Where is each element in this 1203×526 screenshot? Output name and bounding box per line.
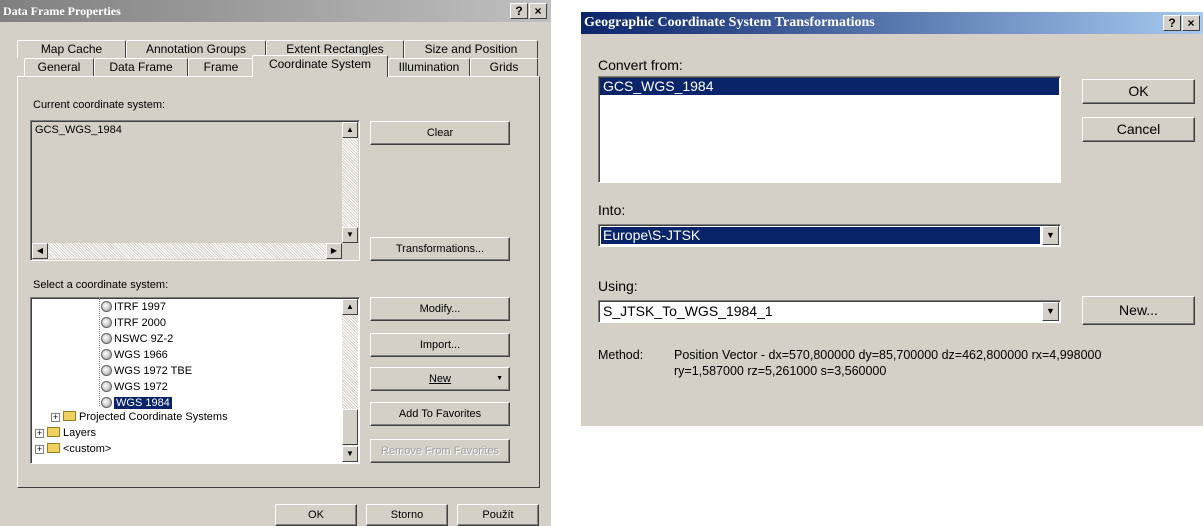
remove-from-favorites-button[interactable]: Remove From Favorites [370, 439, 510, 463]
title-bar: Geographic Coordinate System Transformat… [581, 12, 1203, 34]
method-line-1: Position Vector - dx=570,800000 dy=85,70… [674, 348, 1102, 362]
tree-item-label: NSWC 9Z-2 [114, 333, 174, 345]
scroll-up-icon[interactable]: ▲ [342, 122, 358, 138]
folder-icon [47, 443, 60, 453]
scroll-thumb[interactable] [342, 409, 358, 445]
into-dropdown-arrow-icon[interactable]: ▼ [1042, 226, 1059, 245]
dropdown-arrow-icon: ▼ [496, 375, 503, 382]
convert-from-item[interactable]: GCS_WGS_1984 [600, 78, 1059, 95]
into-value: Europe\S-JTSK [601, 227, 1040, 244]
expand-icon[interactable]: + [51, 413, 60, 422]
new-button-label: New [428, 373, 451, 385]
expand-icon[interactable]: + [35, 445, 44, 454]
tab-grids[interactable]: Grids [470, 58, 538, 76]
pouzit-button[interactable]: Použít [457, 504, 539, 526]
tab-data-frame[interactable]: Data Frame [94, 58, 188, 76]
current-coordinate-system-box: GCS_WGS_1984 ▲ ▼ ◀ ▶ [30, 120, 360, 261]
scroll-down-icon[interactable]: ▼ [342, 227, 358, 243]
help-button[interactable]: ? [510, 3, 528, 19]
help-button[interactable]: ? [1163, 15, 1181, 31]
tree-item-label: WGS 1972 [114, 381, 168, 393]
storno-button[interactable]: Storno [366, 504, 448, 526]
tab-size-and-position[interactable]: Size and Position [404, 40, 538, 58]
scroll-left-icon[interactable]: ◀ [32, 243, 48, 259]
using-value: S_JTSK_To_WGS_1984_1 [603, 303, 773, 319]
tree-folder-label: <custom> [63, 443, 112, 455]
coordinate-system-tree[interactable]: ITRF 1997 ITRF 2000 NSWC 9Z-2 WGS 1966 W… [30, 297, 360, 464]
globe-icon [101, 301, 112, 312]
method-label: Method: [598, 348, 644, 362]
tree-folder-label: Projected Coordinate Systems [79, 411, 228, 423]
using-combo[interactable]: S_JTSK_To_WGS_1984_1 ▼ [598, 300, 1061, 323]
method-line-2: ry=1,587000 rz=5,261000 s=3,560000 [674, 364, 887, 378]
horizontal-scrollbar[interactable]: ◀ ▶ [32, 243, 342, 259]
tree-item-wgs-1972[interactable]: WGS 1972 [101, 380, 168, 394]
tree-item-label: ITRF 2000 [114, 317, 166, 329]
globe-icon [101, 365, 112, 376]
tree-folder-label: Layers [63, 427, 97, 439]
import-button[interactable]: Import... [370, 333, 510, 357]
globe-icon [101, 333, 112, 344]
tree-folder-custom[interactable]: + <custom> [35, 442, 111, 456]
using-dropdown-arrow-icon[interactable]: ▼ [1042, 302, 1059, 321]
ok-button[interactable]: OK [275, 504, 357, 526]
tab-general[interactable]: General [24, 58, 94, 76]
convert-from-label: Convert from: [598, 57, 683, 73]
ok-button[interactable]: OK [1082, 79, 1195, 104]
select-coordinate-system-label: Select a coordinate system: [33, 279, 169, 291]
clear-button[interactable]: Clear [370, 121, 510, 145]
folder-icon [47, 427, 60, 437]
title-bar: Data Frame Properties ? × [0, 0, 551, 22]
globe-icon [101, 381, 112, 392]
tree-item-wgs-1984[interactable]: WGS 1984 [101, 396, 172, 410]
globe-icon [101, 349, 112, 360]
scroll-down-icon[interactable]: ▼ [342, 446, 358, 462]
data-frame-properties-dialog: Data Frame Properties ? × Map Cache Anno… [0, 0, 551, 526]
scroll-up-icon[interactable]: ▲ [342, 299, 358, 315]
tab-map-cache[interactable]: Map Cache [17, 40, 126, 58]
tree-folder-layers[interactable]: + Layers [35, 426, 96, 440]
globe-icon [101, 397, 112, 408]
tree-item-itrf-1997[interactable]: ITRF 1997 [101, 300, 166, 314]
tree-item-label: WGS 1972 TBE [114, 365, 193, 377]
tab-frame[interactable]: Frame [188, 58, 254, 76]
close-button[interactable]: × [1182, 15, 1200, 31]
tree-item-label: ITRF 1997 [114, 301, 166, 313]
tree-item-label: WGS 1966 [114, 349, 168, 361]
gcs-transformations-dialog: Geographic Coordinate System Transformat… [581, 12, 1203, 426]
tree-item-wgs-1966[interactable]: WGS 1966 [101, 348, 168, 362]
current-coordinate-system-label: Current coordinate system: [33, 99, 166, 111]
tree-item-label: WGS 1984 [114, 397, 172, 409]
tab-annotation-groups[interactable]: Annotation Groups [126, 40, 266, 58]
dialog-title: Data Frame Properties [3, 4, 121, 18]
modify-button[interactable]: Modify... [370, 297, 510, 321]
expand-icon[interactable]: + [35, 429, 44, 438]
convert-from-list[interactable]: GCS_WGS_1984 [598, 76, 1061, 183]
into-combo[interactable]: Europe\S-JTSK ▼ [598, 224, 1061, 247]
close-button[interactable]: × [529, 3, 547, 19]
tree-connector [99, 298, 100, 406]
tree-item-wgs-1972-tbe[interactable]: WGS 1972 TBE [101, 364, 192, 378]
dialog-title: Geographic Coordinate System Transformat… [584, 15, 875, 30]
cancel-button[interactable]: Cancel [1082, 117, 1195, 142]
scroll-right-icon[interactable]: ▶ [326, 243, 342, 259]
tree-item-nswc-9z-2[interactable]: NSWC 9Z-2 [101, 332, 173, 346]
vertical-scrollbar[interactable]: ▲ ▼ [342, 122, 358, 243]
new-button[interactable]: New ▼ [370, 367, 510, 391]
transformations-button[interactable]: Transformations... [370, 237, 510, 261]
globe-icon [101, 317, 112, 328]
into-label: Into: [598, 202, 626, 218]
tab-illumination[interactable]: Illumination [388, 58, 470, 76]
folder-icon [63, 411, 76, 421]
new-button[interactable]: New... [1082, 296, 1195, 325]
tree-item-itrf-2000[interactable]: ITRF 2000 [101, 316, 166, 330]
tab-coordinate-system[interactable]: Coordinate System [252, 55, 388, 77]
tree-vertical-scrollbar[interactable]: ▲ ▼ [342, 299, 358, 462]
using-label: Using: [598, 278, 638, 294]
tree-folder-projected[interactable]: + Projected Coordinate Systems [51, 410, 228, 424]
add-to-favorites-button[interactable]: Add To Favorites [370, 402, 510, 426]
current-coordinate-system-value: GCS_WGS_1984 [35, 124, 122, 136]
